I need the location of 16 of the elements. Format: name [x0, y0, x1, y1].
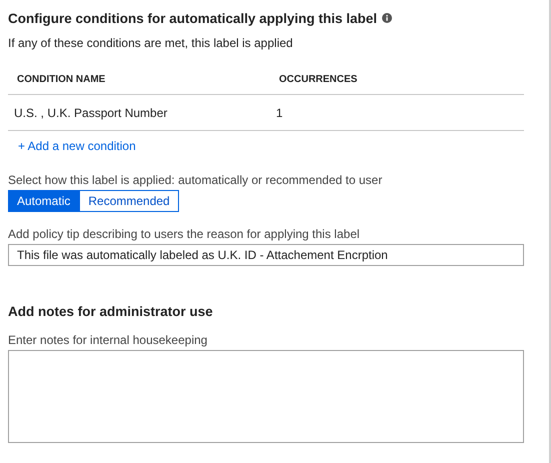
field-label: Enter notes for internal housekeeping	[8, 333, 208, 347]
table-cell-text: 1	[276, 106, 284, 120]
mode-toggle-button[interactable]: Recommended	[79, 190, 179, 212]
section-description: If any of these conditions are met, this label is applied	[8, 36, 294, 50]
table-cell-text: U.S. , U.K. Passport Number	[14, 106, 168, 120]
section-heading: Configure conditions for automatically applying this label	[8, 10, 378, 26]
column-header: CONDITION NAME	[17, 74, 106, 84]
add-condition-link[interactable]: + Add a new condition	[18, 139, 136, 153]
field-label: Add policy tip describing to users the reason for applying this label	[8, 227, 361, 241]
column-header: OCCURRENCES	[279, 74, 358, 84]
field-label: Select how this label is applied: automatically or recommended to user	[8, 173, 384, 187]
notes-field[interactable]	[8, 350, 524, 443]
mode-toggle-button[interactable]: Automatic	[8, 190, 80, 212]
info-icon[interactable]	[382, 13, 392, 23]
section-heading: Add notes for administrator use	[8, 304, 213, 318]
policy-tip-field[interactable]: This file was automatically labeled as U.K. ID - Attachement Encrption	[8, 244, 524, 266]
